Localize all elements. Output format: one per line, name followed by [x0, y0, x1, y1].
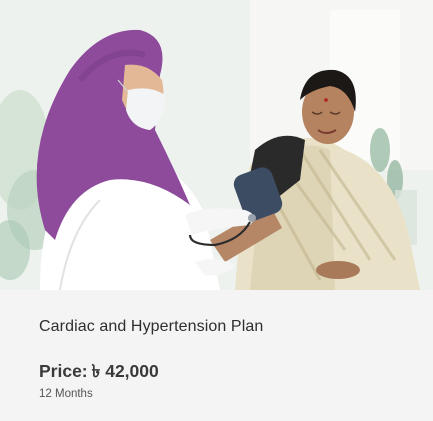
- plan-title[interactable]: Cardiac and Hypertension Plan: [39, 318, 263, 336]
- price-label: Price:: [39, 361, 88, 381]
- plan-price: Price: ৳ 42,000: [39, 359, 159, 388]
- plan-hero-image[interactable]: [0, 0, 433, 290]
- plan-duration: 12 Months: [39, 388, 93, 400]
- plan-info: Cardiac and Hypertension Plan Price: ৳ 42…: [0, 290, 433, 421]
- price-value: ৳ 42,000: [91, 361, 159, 381]
- plan-card[interactable]: Cardiac and Hypertension Plan Price: ৳ 42…: [0, 0, 433, 421]
